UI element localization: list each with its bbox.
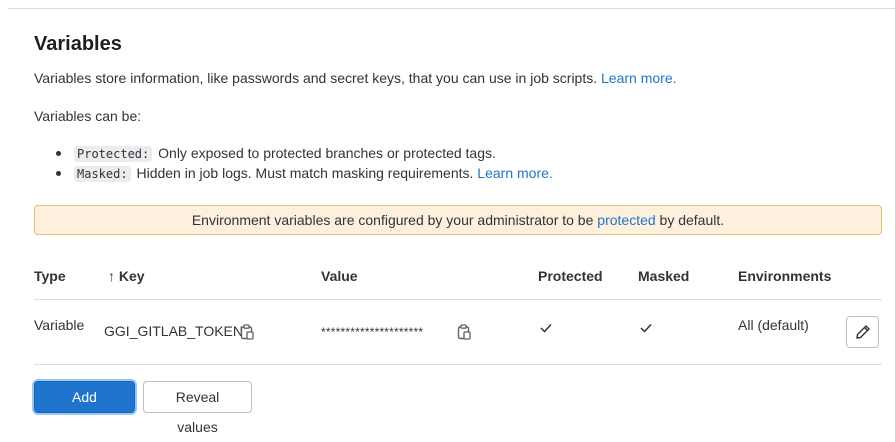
header-masked: Masked	[638, 268, 690, 284]
masked-description: Hidden in job logs. Must match masking r…	[136, 165, 474, 181]
protected-description: Only exposed to protected branches or pr…	[158, 145, 496, 161]
copy-value-icon[interactable]	[457, 324, 471, 340]
edit-variable-button[interactable]	[846, 316, 879, 348]
row-key: GGI_GITLAB_TOKEN	[104, 323, 244, 339]
header-value: Value	[321, 268, 358, 284]
protected-default-alert: Environment variables are configured by …	[34, 205, 882, 235]
section-title: Variables	[34, 33, 122, 55]
masked-check-icon	[640, 320, 652, 333]
variables-can-be-label: Variables can be:	[34, 108, 142, 124]
row-environments: All (default)	[738, 317, 809, 333]
header-environments: Environments	[738, 268, 832, 284]
alert-text-after: by default.	[659, 212, 725, 228]
learn-more-link[interactable]: Learn more.	[601, 70, 676, 86]
reveal-values-button[interactable]: Reveal values	[143, 381, 252, 435]
alert-text-before: Environment variables are configured by …	[191, 212, 594, 228]
row-value-masked: *********************	[321, 325, 424, 339]
protected-check-icon	[540, 320, 552, 333]
row-type: Variable	[34, 317, 85, 333]
masking-learn-more-link[interactable]: Learn more.	[477, 165, 552, 181]
row-divider	[34, 364, 882, 365]
copy-key-icon[interactable]	[240, 324, 254, 340]
masked-code: Masked:	[74, 166, 131, 182]
add-variable-button[interactable]: Add variable	[34, 381, 135, 435]
header-type: Type	[34, 268, 66, 284]
pencil-icon	[856, 325, 870, 339]
top-divider	[8, 8, 895, 9]
protected-code: Protected:	[74, 146, 153, 162]
sort-arrow-icon: ↑	[108, 268, 115, 284]
header-key-sort[interactable]: ↑ Key	[108, 268, 145, 284]
header-key-label: Key	[118, 268, 145, 284]
alert-protected-link[interactable]: protected	[597, 212, 655, 228]
header-divider	[34, 299, 882, 300]
description-text: Variables store information, like passwo…	[34, 70, 598, 86]
section-description: Variables store information, like passwo…	[34, 70, 677, 86]
header-protected: Protected	[538, 268, 603, 284]
